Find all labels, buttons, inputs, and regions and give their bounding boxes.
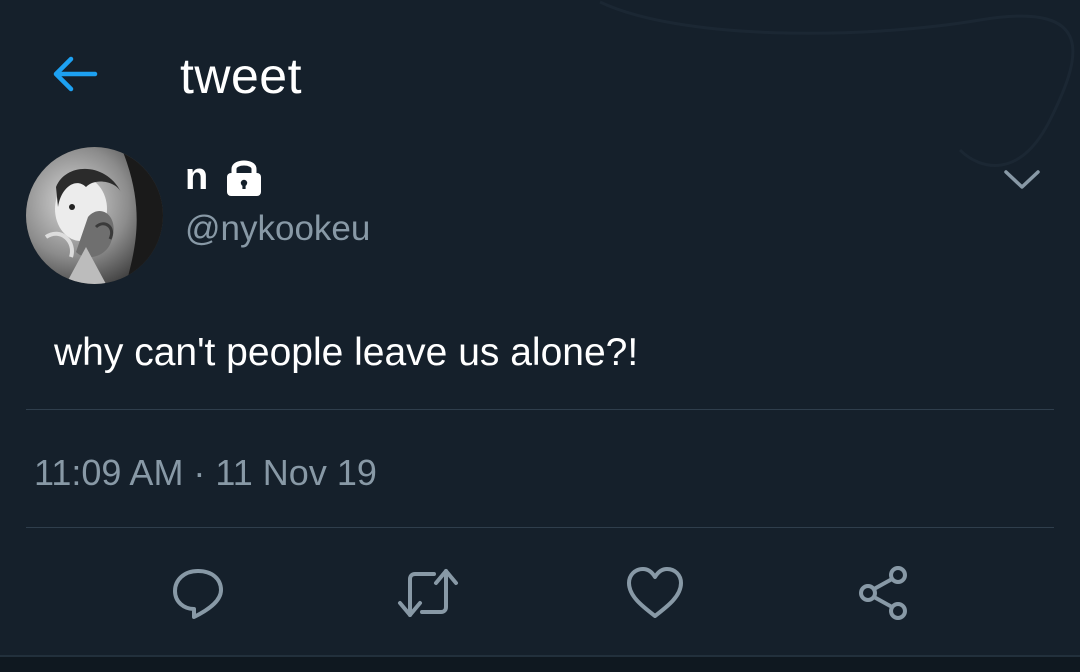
reply-icon: [173, 569, 223, 619]
retweet-icon: [398, 569, 458, 617]
retweet-button[interactable]: [393, 560, 463, 626]
share-button[interactable]: [848, 560, 918, 626]
tweet-actions: [0, 560, 1080, 630]
top-bar: tweet: [0, 0, 1080, 150]
page-title: tweet: [180, 48, 303, 104]
avatar[interactable]: [26, 147, 163, 284]
chevron-down-icon: [1004, 170, 1040, 189]
display-name[interactable]: n: [185, 152, 208, 202]
share-icon: [859, 566, 907, 620]
divider: [26, 409, 1054, 410]
back-button[interactable]: [44, 48, 104, 100]
lock-icon: [224, 157, 264, 197]
arrow-left-icon: [53, 56, 98, 92]
tweet-text: why can't people leave us alone?!: [54, 331, 639, 374]
like-button[interactable]: [620, 560, 690, 626]
bottom-bar: [0, 655, 1080, 672]
tweet-timestamp[interactable]: 11:09 AM · 11 Nov 19: [34, 450, 377, 496]
divider: [26, 527, 1054, 528]
tweet-menu-button[interactable]: [998, 160, 1046, 200]
username[interactable]: @nykookeu: [185, 205, 370, 253]
author-name-row: n: [185, 152, 264, 202]
reply-button[interactable]: [163, 560, 233, 626]
heart-icon: [627, 567, 683, 618]
avatar-photo: [26, 147, 163, 284]
